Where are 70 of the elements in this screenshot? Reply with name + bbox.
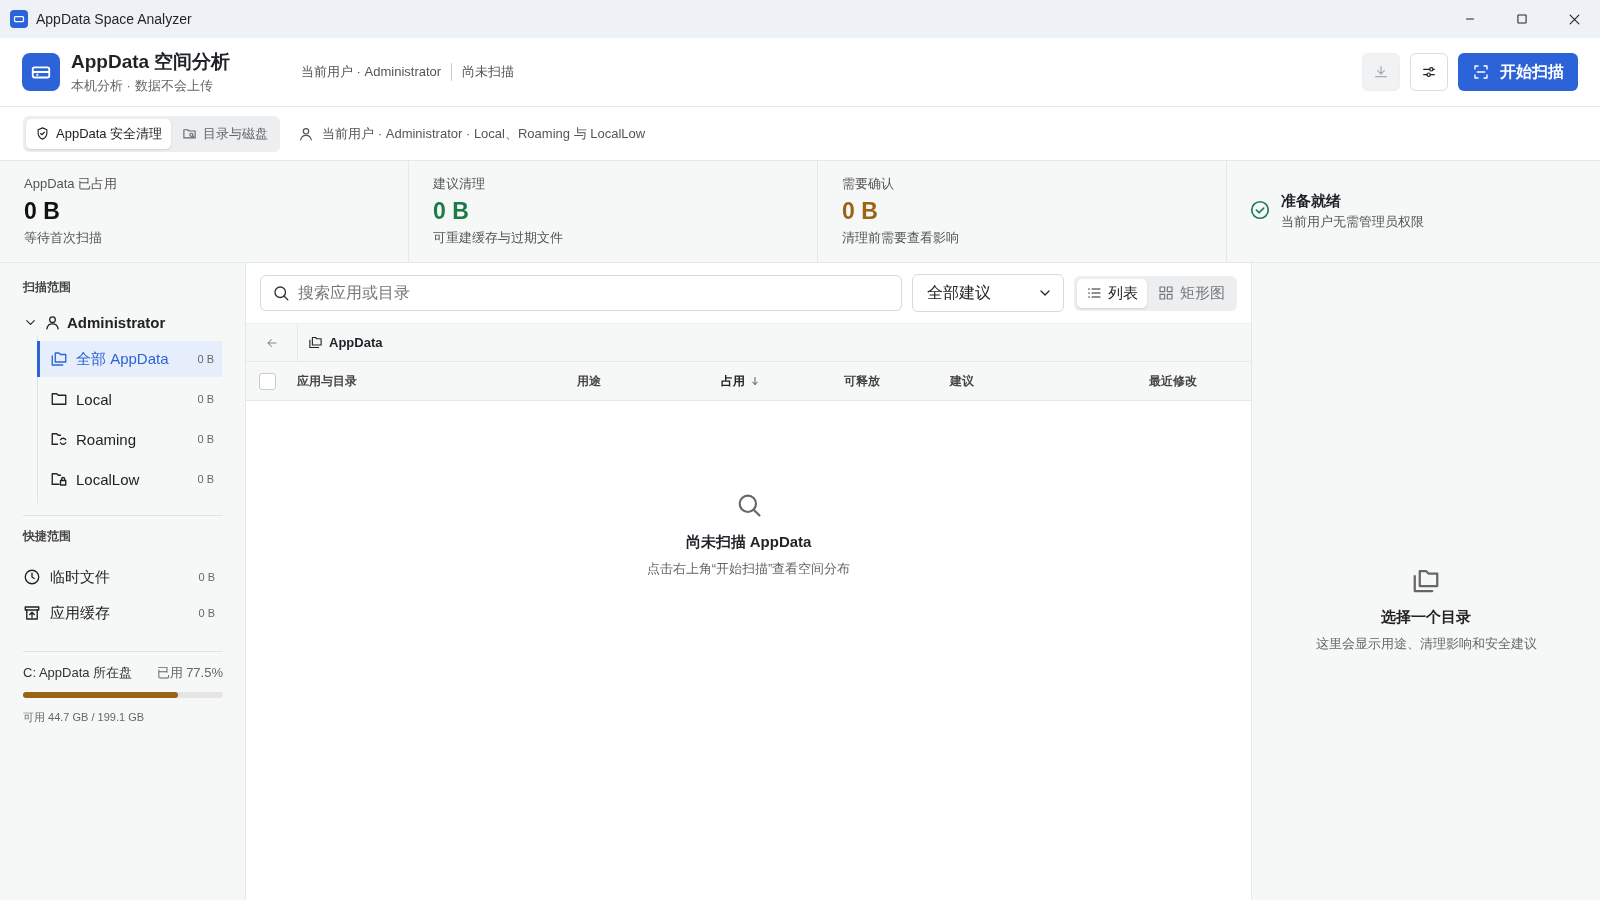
folder-sync-icon — [50, 430, 68, 448]
grid-icon — [1158, 285, 1174, 301]
stat-value: 0 B — [842, 198, 879, 225]
scan-button[interactable]: 开始扫描 — [1458, 53, 1578, 91]
tab[interactable]: AppData 安全清理 — [26, 118, 172, 149]
sort-down-icon — [749, 375, 761, 387]
status-title: 准备就绪 — [1281, 192, 1342, 211]
stat-label: 建议清理 — [433, 175, 486, 193]
empty-title: 尚未扫描 AppData — [685, 533, 812, 552]
status-note: 当前用户无需管理员权限 — [1281, 213, 1424, 231]
sidebar-item[interactable]: 全部 AppData 0 B — [37, 341, 222, 377]
app-logo — [22, 53, 60, 91]
sidebar-item[interactable]: Roaming 0 B — [37, 421, 222, 457]
stat-note: 可重建缓存与过期文件 — [433, 229, 564, 247]
section-heading: 扫描范围 — [23, 279, 72, 296]
app-icon — [10, 10, 28, 28]
stat-value: 0 B — [433, 198, 470, 225]
column-header[interactable]: 可释放 — [844, 372, 880, 390]
disk-label: C: AppData 所在盘 — [23, 664, 133, 682]
stat-label: AppData 已占用 — [24, 175, 119, 193]
archive-icon — [23, 604, 41, 622]
download-icon — [1373, 64, 1389, 80]
column-header[interactable]: 占用 — [721, 372, 745, 390]
column-header[interactable]: 最近修改 — [1149, 372, 1197, 390]
tab[interactable]: 目录与磁盘 — [173, 118, 278, 149]
stat-note: 等待首次扫描 — [24, 229, 103, 247]
header-meta: 尚未扫描 — [451, 63, 515, 81]
user-icon — [298, 125, 315, 142]
view-toggle[interactable]: 列表 — [1077, 278, 1147, 308]
scan-icon — [1472, 63, 1490, 81]
folders-icon — [50, 350, 68, 368]
scope-text: 当前用户 · Administrator · Local、Roaming 与 LocalLow — [322, 124, 646, 143]
check-circle-icon — [1249, 198, 1271, 221]
list-icon — [1086, 285, 1102, 301]
header-meta: 当前用户 · Administrator — [301, 63, 442, 81]
settings-button[interactable] — [1410, 53, 1448, 91]
disk-free-text: 可用 44.7 GB / 199.1 GB — [23, 710, 146, 725]
sliders-icon — [1421, 64, 1437, 80]
stat-label: 需要确认 — [842, 175, 895, 193]
folder-icon — [50, 390, 68, 408]
search-field[interactable]: 搜索应用或目录 — [260, 275, 902, 311]
app-subtitle: 本机分析 · 数据不会上传 — [71, 77, 214, 95]
stat-value: 0 B — [24, 198, 61, 225]
tree-node[interactable]: Administrator — [23, 310, 166, 335]
sidebar-item[interactable]: 应用缓存 0 B — [23, 595, 223, 631]
shield-icon — [35, 126, 50, 141]
column-header[interactable]: 建议 — [950, 372, 974, 390]
detail-title: 选择一个目录 — [1381, 608, 1471, 627]
select-all-checkbox[interactable] — [259, 372, 276, 390]
folder-lock-icon — [50, 470, 68, 488]
detail-text: 这里会显示用途、清理影响和安全建议 — [1315, 635, 1537, 653]
folders-icon — [308, 335, 323, 350]
user-icon — [44, 314, 61, 331]
maximize-icon — [1515, 12, 1529, 26]
sidebar-item[interactable]: LocalLow 0 B — [37, 461, 222, 497]
sidebar-item[interactable]: 临时文件 0 B — [23, 559, 223, 595]
section-heading: 快捷范围 — [23, 528, 72, 545]
stat-note: 清理前需要查看影响 — [842, 229, 960, 247]
sidebar-item[interactable]: Local 0 B — [37, 381, 222, 417]
column-header[interactable]: 应用与目录 — [297, 372, 357, 390]
view-toggle[interactable]: 矩形图 — [1149, 278, 1234, 308]
window-title: AppData Space Analyzer — [36, 11, 192, 27]
clock-icon — [23, 568, 41, 586]
filter-dropdown[interactable]: 全部建议 — [912, 274, 1064, 312]
folder-search-icon — [182, 126, 198, 141]
column-header[interactable]: 用途 — [577, 372, 601, 390]
breadcrumb[interactable]: AppData — [329, 335, 383, 350]
disk-usage: 已用 77.5% — [156, 664, 223, 682]
app-title: AppData 空间分析 — [71, 50, 232, 74]
empty-text: 点击右上角“开始扫描”查看空间分布 — [646, 560, 851, 578]
